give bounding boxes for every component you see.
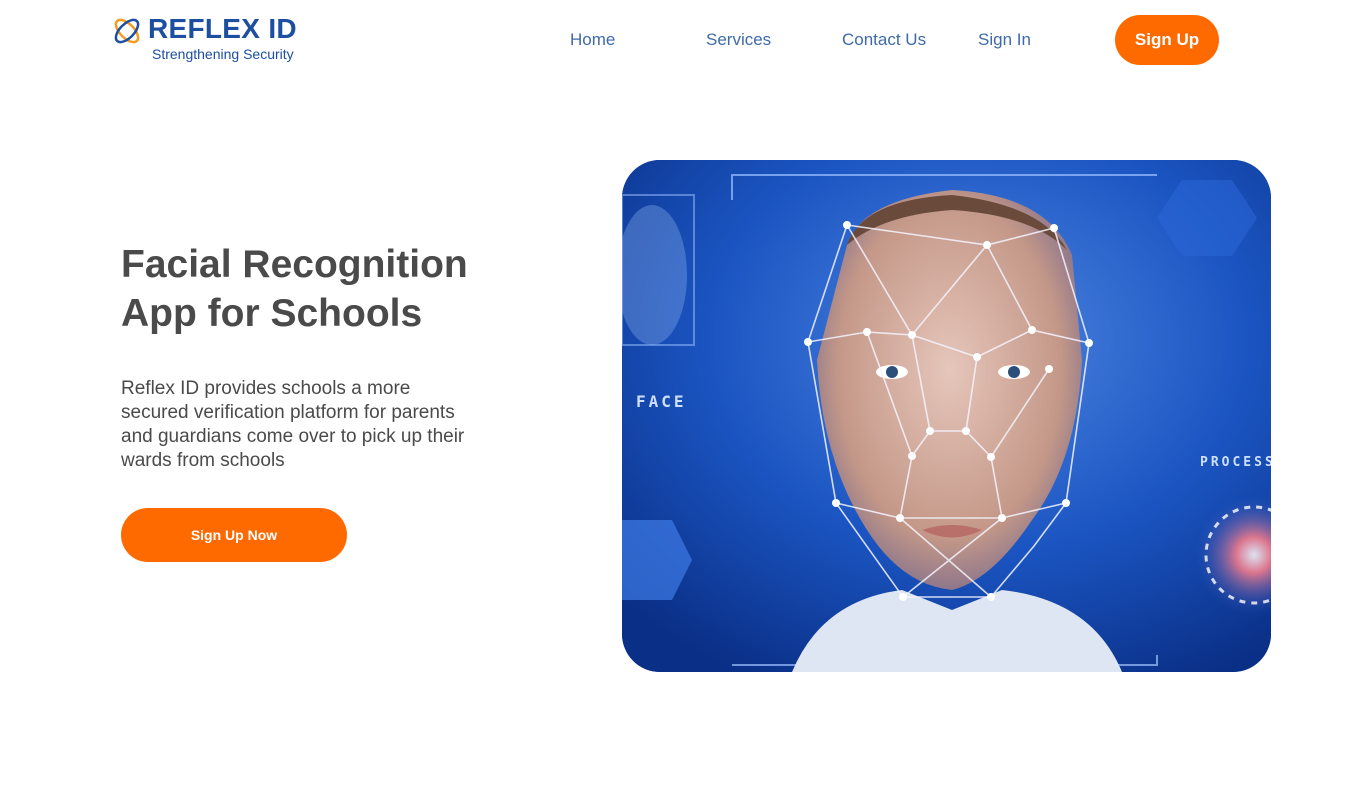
- logo-knot-icon: [114, 18, 140, 44]
- sign-up-now-button[interactable]: Sign Up Now: [121, 508, 347, 562]
- brand-logo[interactable]: REFLEX ID Strengthening Security: [110, 12, 325, 66]
- brand-name: REFLEX ID: [148, 13, 297, 44]
- brand-tagline: Strengthening Security: [152, 46, 294, 62]
- nav-sign-in-link[interactable]: Sign In: [978, 29, 1031, 51]
- hero-title: Facial Recognition App for Schools: [121, 243, 468, 335]
- process-overlay-label: PROCESS: [1200, 455, 1271, 470]
- nav-services-link[interactable]: Services: [706, 29, 771, 51]
- face-recognition-image: FACE PROCESS: [622, 160, 1271, 672]
- face-overlay-label: FACE: [636, 392, 687, 411]
- hero-description: Reflex ID provides schools a more secure…: [121, 378, 465, 471]
- header-sign-up-button[interactable]: Sign Up: [1115, 15, 1219, 65]
- nav-home-link[interactable]: Home: [570, 29, 615, 51]
- nav-contact-us-link[interactable]: Contact Us: [842, 29, 926, 51]
